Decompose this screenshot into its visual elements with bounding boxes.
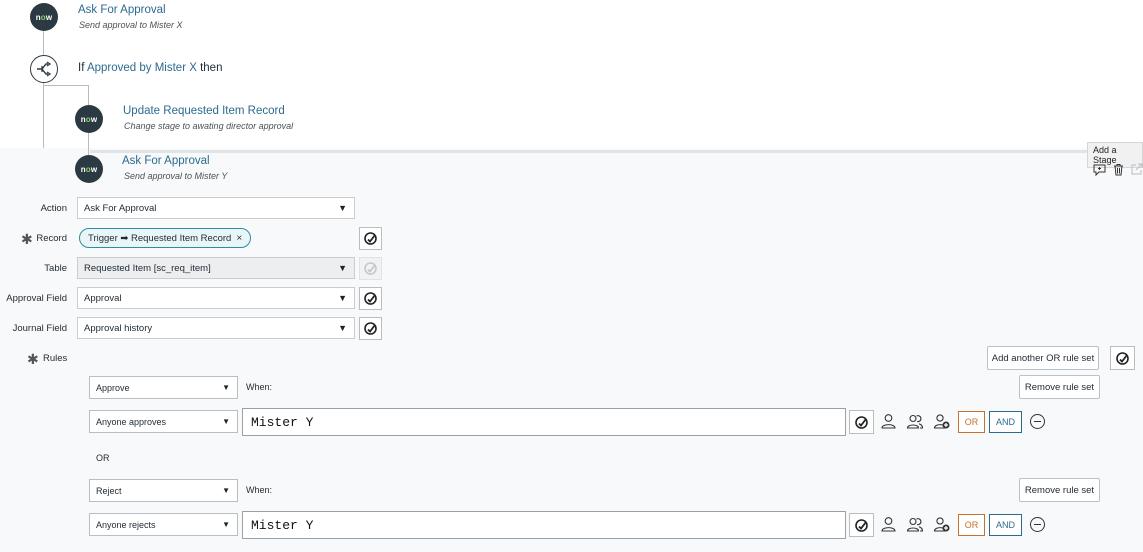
condition-prefix: If — [78, 62, 85, 74]
data-pill-picker-button[interactable] — [359, 287, 382, 310]
record-data-pill[interactable]: Trigger ➡ Requested Item Record × — [79, 228, 252, 248]
rule-condition-select[interactable]: Anyone approves ▼ — [89, 410, 238, 433]
data-pill-picker-button — [359, 257, 382, 280]
flow-connector — [43, 30, 44, 55]
journal-field-select[interactable]: Approval history ▼ — [77, 317, 355, 339]
step-subtitle: Send approval to Mister Y — [124, 171, 228, 181]
flow-connector — [43, 82, 44, 148]
now-logo-icon: now — [30, 3, 58, 31]
group-icon[interactable] — [906, 413, 924, 435]
step-title[interactable]: Ask For Approval — [122, 155, 210, 167]
chevron-down-icon: ▼ — [338, 323, 347, 333]
data-pill-picker-button[interactable] — [849, 410, 874, 434]
group-icon[interactable] — [906, 516, 924, 538]
and-button[interactable]: AND — [989, 411, 1022, 433]
flow-connector — [88, 133, 89, 155]
condition-link[interactable]: Approved by Mister X — [87, 62, 197, 74]
action-select[interactable]: Ask For Approval ▼ — [77, 197, 355, 219]
step-title[interactable]: Ask For Approval — [78, 4, 166, 16]
approver-input[interactable]: Mister Y — [242, 511, 846, 539]
rule-condition-value: Anyone rejects — [96, 519, 156, 530]
chevron-down-icon: ▼ — [338, 203, 347, 213]
open-external-icon[interactable] — [1130, 163, 1143, 177]
flow-connector — [43, 85, 89, 86]
chevron-down-icon: ▼ — [222, 520, 230, 529]
condition-text[interactable]: If Approved by Mister X then — [78, 62, 222, 74]
selected-step-divider — [90, 150, 1143, 153]
data-pill-picker-button[interactable] — [1110, 346, 1135, 370]
approval-field-label: Approval Field — [6, 293, 67, 304]
rule-action-select[interactable]: Approve ▼ — [89, 376, 238, 399]
or-separator: OR — [96, 453, 110, 463]
when-label: When: — [246, 485, 273, 495]
step-subtitle: Send approval to Mister X — [79, 20, 183, 30]
and-button[interactable]: AND — [989, 514, 1022, 536]
chevron-down-icon: ▼ — [222, 383, 230, 392]
journal-field-value: Approval history — [84, 322, 153, 334]
chevron-down-icon: ▼ — [338, 293, 347, 303]
now-logo-icon: now — [75, 155, 103, 183]
add-user-icon[interactable] — [933, 516, 951, 538]
now-logo-icon: now — [75, 105, 103, 133]
action-value: Ask For Approval — [84, 202, 157, 214]
or-button[interactable]: OR — [958, 514, 985, 536]
user-icon[interactable] — [880, 413, 897, 435]
approver-input[interactable]: Mister Y — [242, 408, 846, 436]
table-select[interactable]: Requested Item [sc_req_item] ▼ — [77, 257, 355, 279]
rule-condition-value: Anyone approves — [96, 416, 167, 427]
rule-action-value: Reject — [96, 485, 122, 496]
condition-suffix: then — [200, 62, 223, 74]
user-icon[interactable] — [880, 516, 897, 538]
data-pill-picker-button[interactable] — [849, 513, 874, 537]
chevron-down-icon: ▼ — [338, 263, 347, 273]
or-button[interactable]: OR — [958, 411, 985, 433]
flow-connector — [88, 85, 89, 105]
add-or-rule-set-button[interactable]: Add another OR rule set — [987, 346, 1099, 370]
rule-action-value: Approve — [96, 382, 130, 393]
trash-icon[interactable] — [1112, 163, 1126, 177]
remove-condition-icon[interactable] — [1030, 414, 1045, 429]
add-user-icon[interactable] — [933, 413, 951, 435]
record-pill-text: Trigger ➡ Requested Item Record — [88, 232, 232, 244]
chevron-down-icon: ▼ — [222, 486, 230, 495]
table-label: Table — [44, 263, 67, 274]
action-label: Action — [40, 203, 67, 214]
step-subtitle: Change stage to awating director approva… — [124, 121, 294, 131]
journal-field-label: Journal Field — [12, 323, 67, 334]
rules-label: Rules — [43, 353, 68, 364]
flow-logic-icon — [30, 55, 58, 83]
approval-field-select[interactable]: Approval ▼ — [77, 287, 355, 309]
rule-condition-select[interactable]: Anyone rejects ▼ — [89, 513, 238, 536]
step-title[interactable]: Update Requested Item Record — [123, 105, 285, 117]
when-label: When: — [246, 382, 273, 392]
data-pill-picker-button[interactable] — [359, 227, 382, 250]
rule-action-select[interactable]: Reject ▼ — [89, 479, 238, 502]
close-icon[interactable]: × — [236, 233, 242, 244]
approval-field-value: Approval — [84, 292, 122, 304]
chevron-down-icon: ▼ — [222, 417, 230, 426]
required-icon: ✱ — [27, 351, 39, 367]
remove-rule-set-button[interactable]: Remove rule set — [1019, 375, 1100, 399]
record-label: Record — [36, 233, 67, 244]
remove-condition-icon[interactable] — [1030, 517, 1045, 532]
remove-rule-set-button[interactable]: Remove rule set — [1019, 478, 1100, 502]
table-value: Requested Item [sc_req_item] — [84, 262, 211, 274]
data-pill-picker-button[interactable] — [359, 317, 382, 340]
comment-icon[interactable] — [1093, 163, 1107, 177]
